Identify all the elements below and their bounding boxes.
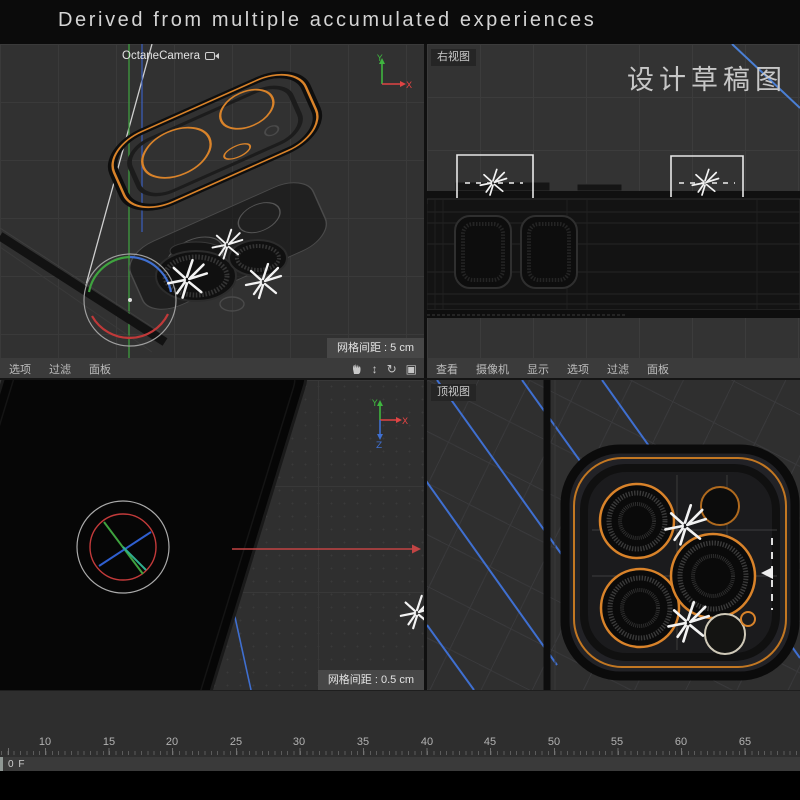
pan-hand-icon[interactable]: [350, 362, 363, 375]
timeline-ruler[interactable]: 10 15 20 25 30 35 40 45 50 55 60 65: [0, 734, 800, 757]
menu-options[interactable]: 选项: [558, 361, 598, 377]
timeline-track[interactable]: 0 F: [0, 757, 800, 771]
view-label[interactable]: 右视图: [431, 49, 476, 66]
phone-side-wireframe: [427, 182, 800, 318]
viewport-top-view[interactable]: 顶视图: [427, 380, 800, 690]
ruler-tick-label: 55: [611, 736, 623, 748]
watermark-text: 设计草稿图: [627, 58, 787, 97]
menu-panel[interactable]: 面板: [80, 361, 120, 377]
header-bar: Derived from multiple accumulated experi…: [0, 0, 800, 44]
maximize-view-icon[interactable]: ▣: [406, 362, 417, 376]
grid-spacing-label: 网格间距 : 5 cm: [327, 338, 424, 358]
menu-options[interactable]: 选项: [0, 361, 40, 377]
ruler-tick-label: 35: [357, 736, 369, 748]
perspective-model-graphics: [0, 44, 424, 358]
ruler-tick-label: 10: [39, 736, 51, 748]
svg-text:Y: Y: [371, 399, 378, 409]
grid-spacing-label: 网格间距 : 0.5 cm: [318, 670, 424, 690]
sparkle-annotation: [401, 596, 424, 628]
svg-text:Y: Y: [376, 54, 383, 64]
footer-black-strip: [0, 771, 800, 800]
menu-view[interactable]: 查看: [427, 361, 467, 377]
view-label[interactable]: 顶视图: [431, 384, 476, 401]
ruler-tick-label: 20: [166, 736, 178, 748]
svg-text:X: X: [406, 81, 412, 91]
front-phone-graphics: [0, 380, 424, 690]
menubar-right-viewport: 查看 摄像机 显示 选项 过滤 面板: [427, 358, 800, 379]
viewport-front-phone[interactable]: Y X Z 网格间距 : 0.5 cm: [0, 380, 424, 690]
menu-camera[interactable]: 摄像机: [467, 361, 518, 377]
axis-gizmo-perspective: Y X: [368, 52, 414, 94]
rotate-view-icon[interactable]: ↻: [387, 362, 397, 376]
playhead-frame-label: 0 F: [8, 759, 25, 770]
phone-body: [0, 380, 314, 690]
ruler-tick-label: 40: [421, 736, 433, 748]
menu-filter[interactable]: 过滤: [598, 361, 638, 377]
ruler-tick-label: 25: [230, 736, 242, 748]
viewport-perspective[interactable]: OctaneCamera Y X 网格间距 : 5 cm: [0, 44, 424, 358]
svg-text:Z: Z: [376, 441, 382, 448]
animation-toolbar: Design Draft ▮◀ ◀▮ ▶ ▮▶ ▶◆ ▶▮ ⇄ A ····: [0, 690, 800, 735]
camera-name-label[interactable]: OctaneCamera: [122, 50, 220, 62]
zoom-arrows-icon[interactable]: ↕: [372, 362, 378, 376]
menu-filter[interactable]: 过滤: [40, 361, 80, 377]
camera-icon: [205, 51, 220, 61]
menu-panel[interactable]: 面板: [638, 361, 678, 377]
ruler-tick-label: 15: [103, 736, 115, 748]
viewport-right-view[interactable]: 右视图 设计草稿图: [427, 44, 800, 358]
menubar-left-viewport: 选项 过滤 面板 ↕ ↻ ▣: [0, 358, 424, 379]
ruler-tick-label: 45: [484, 736, 496, 748]
ruler-minor-ticks: [0, 751, 800, 755]
ruler-tick-label: 60: [675, 736, 687, 748]
top-view-graphics: [427, 380, 800, 690]
ruler-tick-label: 50: [548, 736, 560, 748]
header-title: Derived from multiple accumulated experi…: [58, 9, 596, 32]
axis-gizmo-front: Y X Z: [364, 396, 408, 448]
playhead-marker[interactable]: [0, 757, 3, 771]
app-window: Derived from multiple accumulated experi…: [0, 0, 800, 800]
svg-text:X: X: [402, 417, 408, 427]
ruler-tick-label: 65: [739, 736, 751, 748]
ruler-tick-label: 30: [293, 736, 305, 748]
menu-display[interactable]: 显示: [518, 361, 558, 377]
